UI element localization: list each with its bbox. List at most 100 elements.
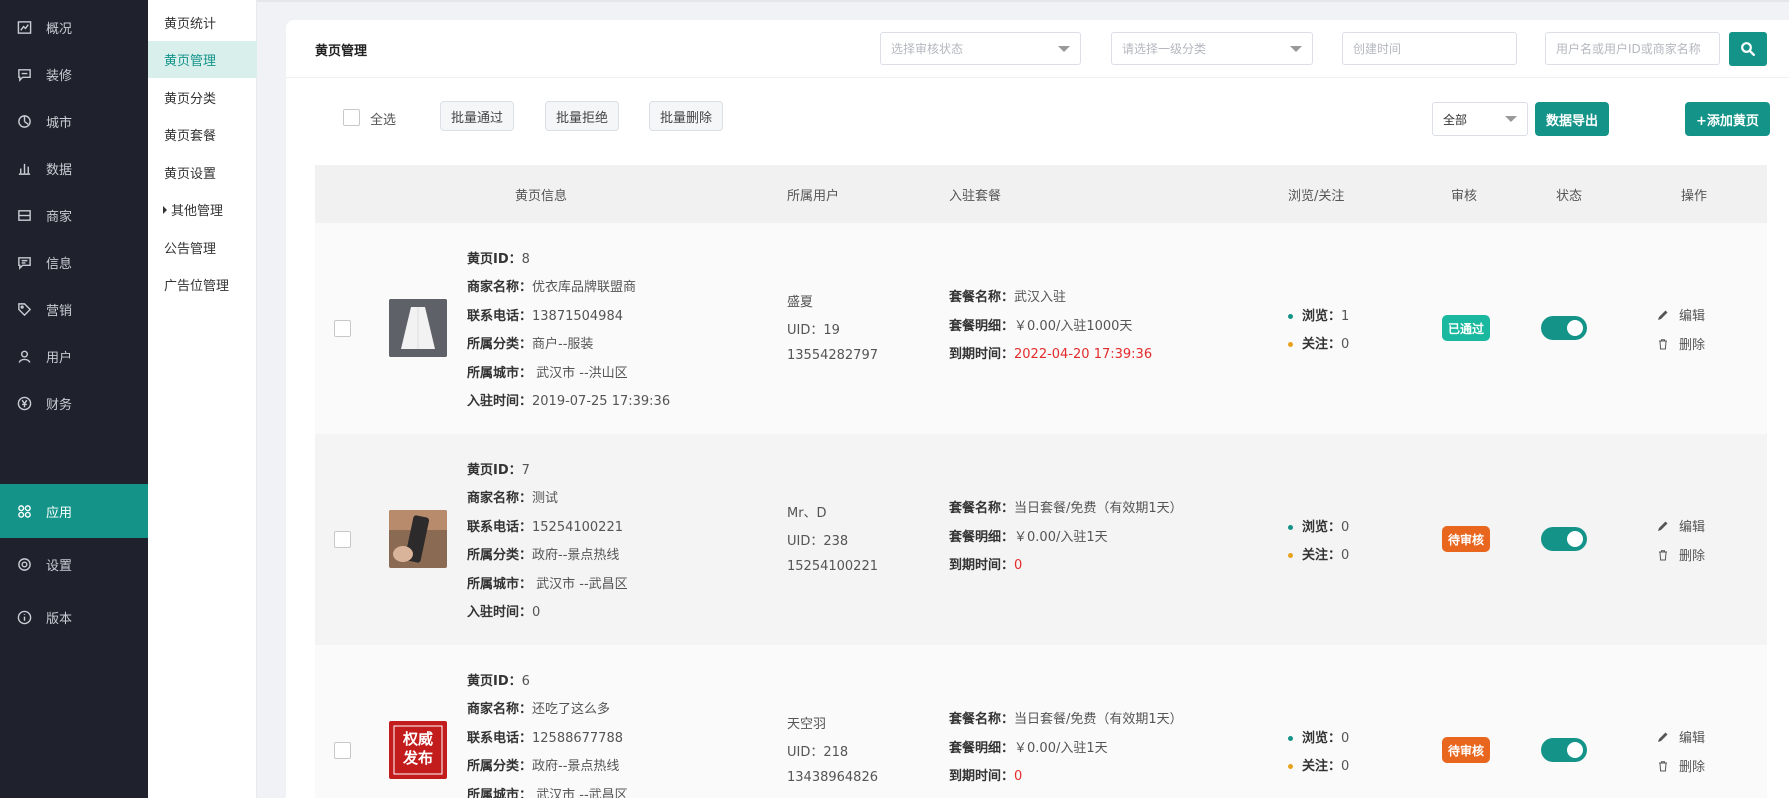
top-divider xyxy=(257,0,1789,2)
views-dot xyxy=(1288,314,1293,319)
sidebar-item-apps[interactable]: 应用 xyxy=(0,484,148,538)
submenu-item-category[interactable]: 黄页分类 xyxy=(148,79,257,116)
table-row: 黄页ID：8 商家名称：优衣库品牌联盟商 联系电话：13871504984 所属… xyxy=(315,223,1767,434)
batch-reject-button[interactable]: 批量拒绝 xyxy=(545,101,620,131)
sidebar-item-label: 设置 xyxy=(46,558,73,574)
batch-approve-button[interactable]: 批量通过 xyxy=(440,101,515,131)
export-data-button[interactable]: 数据导出 xyxy=(1535,102,1610,136)
category-select[interactable]: 请选择一级分类 xyxy=(1111,32,1313,65)
sidebar-item-merchant[interactable]: 商家 xyxy=(0,188,148,242)
button-label: 数据导出 xyxy=(1546,113,1599,129)
city-value: 武汉市 --洪山区 xyxy=(532,366,628,381)
submenu-item-notice[interactable]: 公告管理 xyxy=(148,229,257,266)
sidebar-item-user[interactable]: 用户 xyxy=(0,329,148,383)
sidebar-item-overview[interactable]: 概况 xyxy=(0,0,148,54)
sidebar-item-label: 财务 xyxy=(46,397,73,413)
sidebar-item-finance[interactable]: 财务 xyxy=(0,376,148,430)
category-value: 政府--景点热线 xyxy=(532,759,620,774)
contact-phone: 13871504984 xyxy=(532,309,623,324)
sidebar-item-label: 营销 xyxy=(46,303,73,319)
submenu-item-manage[interactable]: 黄页管理 xyxy=(148,41,257,78)
select-placeholder: 请选择一级分类 xyxy=(1122,42,1207,56)
tag-icon xyxy=(16,301,32,317)
delete-button[interactable]: 删除 xyxy=(1657,334,1705,353)
trash-icon xyxy=(1659,760,1667,771)
edit-button[interactable]: 编辑 xyxy=(1657,727,1705,746)
field-label: 商家名称： xyxy=(467,280,533,295)
package-name: 当日套餐/免费（有效期1天） xyxy=(1014,712,1183,727)
sidebar-item-version[interactable]: 版本 xyxy=(0,590,148,644)
views-count: 1 xyxy=(1341,309,1350,324)
row-checkbox[interactable] xyxy=(334,742,351,759)
submenu-item-stats[interactable]: 黄页统计 xyxy=(148,4,257,41)
status-toggle[interactable] xyxy=(1541,316,1587,340)
sidebar-item-label: 用户 xyxy=(46,350,73,366)
row-checkbox[interactable] xyxy=(334,320,351,337)
toggle-knob xyxy=(1567,320,1583,336)
news-logo: 权威 发布 xyxy=(389,721,447,779)
submenu-item-settings[interactable]: 黄页设置 xyxy=(148,154,257,191)
expire-time: 2022-04-20 17:39:36 xyxy=(1014,347,1153,362)
logo-text: 权威 xyxy=(402,730,433,748)
field-label: 关注： xyxy=(1302,759,1342,774)
yellowpage-id: 6 xyxy=(521,674,530,689)
sidebar-item-data[interactable]: 数据 xyxy=(0,141,148,195)
toggle-knob xyxy=(1567,742,1583,758)
sidebar-item-label: 数据 xyxy=(46,162,73,178)
field-label: 黄页ID： xyxy=(467,252,522,267)
category-value: 商户--服装 xyxy=(532,337,594,352)
field-label: 浏览： xyxy=(1302,520,1342,535)
follows-count: 0 xyxy=(1341,337,1350,352)
sidebar-item-city[interactable]: 城市 xyxy=(0,94,148,148)
table-row: 黄页ID：7 商家名称：测试 联系电话：15254100221 所属分类：政府-… xyxy=(315,434,1767,645)
package-name: 武汉入驻 xyxy=(1014,290,1067,305)
status-toggle[interactable] xyxy=(1541,738,1587,762)
pencil-icon xyxy=(1658,521,1668,531)
select-value: 全部 xyxy=(1443,112,1468,127)
delete-button[interactable]: 删除 xyxy=(1657,545,1705,564)
field-label: 套餐名称： xyxy=(949,712,1015,727)
field-label: 套餐明细： xyxy=(949,530,1015,545)
button-label: 删除 xyxy=(1679,760,1706,775)
submenu-item-ads[interactable]: 广告位管理 xyxy=(148,266,257,303)
sidebar-item-marketing[interactable]: 营销 xyxy=(0,282,148,336)
button-label: 批量通过 xyxy=(451,110,504,126)
owner-name: 盛夏 xyxy=(787,295,814,310)
batch-delete-button[interactable]: 批量删除 xyxy=(649,101,724,131)
follows-dot xyxy=(1288,764,1293,769)
audit-status-select[interactable]: 选择审核状态 xyxy=(880,32,1081,65)
views-dot xyxy=(1288,525,1293,530)
add-yellowpage-button[interactable]: +添加黄页 xyxy=(1685,102,1770,136)
scope-select[interactable]: 全部 xyxy=(1432,102,1528,136)
select-all-checkbox[interactable] xyxy=(343,109,360,126)
sidebar-item-label: 概况 xyxy=(46,21,73,37)
created-time-input[interactable]: 创建时间 xyxy=(1342,32,1517,65)
edit-button[interactable]: 编辑 xyxy=(1657,305,1705,324)
bar-chart-icon xyxy=(16,160,32,176)
field-label: 套餐名称： xyxy=(949,290,1015,305)
dashboard-icon xyxy=(16,19,32,35)
store-icon xyxy=(16,207,32,223)
status-toggle[interactable] xyxy=(1541,527,1587,551)
sidebar-item-settings[interactable]: 设置 xyxy=(0,537,148,591)
audit-status-badge: 待审核 xyxy=(1442,737,1491,763)
submenu-item-label: 黄页设置 xyxy=(164,167,217,182)
chat-icon xyxy=(16,66,32,82)
keyword-search-input[interactable]: 用户名或用户ID或商家名称 xyxy=(1545,32,1720,65)
field-label: 所属分类： xyxy=(467,548,533,563)
sidebar-item-message[interactable]: 信息 xyxy=(0,235,148,289)
submenu-item-package[interactable]: 黄页套餐 xyxy=(148,116,257,153)
edit-button[interactable]: 编辑 xyxy=(1657,516,1705,535)
delete-button[interactable]: 删除 xyxy=(1657,756,1705,775)
apps-icon xyxy=(16,503,32,519)
field-label: 套餐明细： xyxy=(949,741,1015,756)
submenu-item-other[interactable]: 其他管理 xyxy=(148,191,257,228)
row-checkbox[interactable] xyxy=(334,531,351,548)
column-header: 所属用户 xyxy=(787,189,840,204)
sidebar-item-decor[interactable]: 装修 xyxy=(0,47,148,101)
submenu-item-label: 公告管理 xyxy=(164,242,217,257)
search-button[interactable] xyxy=(1729,32,1767,66)
follows-dot xyxy=(1288,553,1293,558)
package-detail: ￥0.00/入驻1天 xyxy=(1014,741,1108,756)
follows-dot xyxy=(1288,342,1293,347)
